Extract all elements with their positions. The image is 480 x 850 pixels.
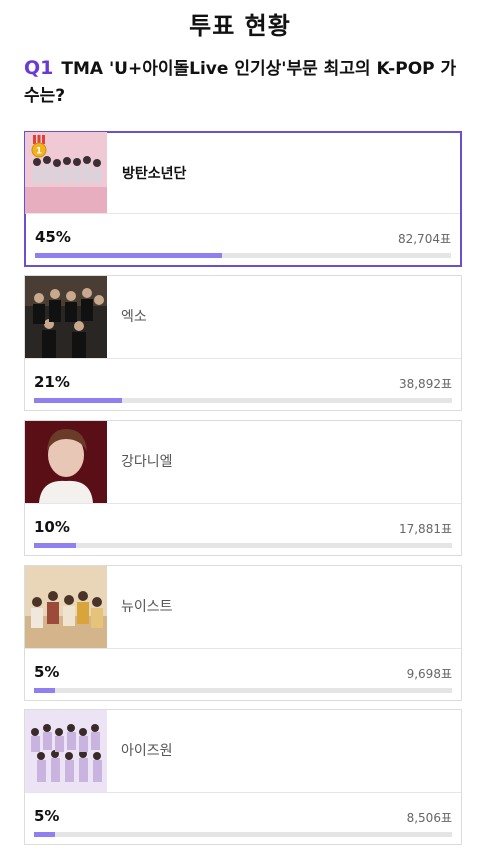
divider [25, 648, 461, 649]
group-photo-image [25, 566, 107, 648]
vote-option-3[interactable]: 강다니엘 10% 17,881표 [24, 420, 462, 556]
candidate-name: 방탄소년단 [122, 166, 187, 182]
group-photo-image [25, 710, 107, 792]
vote-option-2[interactable]: 엑소 21% 38,892표 [24, 275, 462, 411]
progress-track [34, 398, 452, 403]
medal-rank-label: 1 [36, 147, 42, 157]
question-number: Q1 [24, 57, 54, 79]
vote-percentage: 5% [34, 807, 60, 825]
progress-track [34, 543, 452, 548]
progress-fill [34, 543, 76, 548]
progress-fill [34, 832, 55, 837]
candidate-photo [25, 710, 107, 792]
divider [25, 792, 461, 793]
vote-count: 8,506표 [406, 811, 452, 825]
vote-percentage: 45% [35, 228, 71, 246]
divider [26, 213, 460, 214]
vote-option-1[interactable]: 1 방탄소년단 45% 82,704표 [24, 131, 462, 267]
progress-fill [34, 688, 55, 693]
vote-option-4[interactable]: 뉴이스트 5% 9,698표 [24, 565, 462, 701]
question-label: TMA 'U+아이돌Live 인기상'부문 최고의 K-POP 가수는? [24, 59, 457, 106]
question-text: Q1 TMA 'U+아이돌Live 인기상'부문 최고의 K-POP 가수는? [24, 55, 464, 110]
candidate-photo [25, 421, 107, 503]
vote-percentage: 10% [34, 518, 70, 536]
portrait-photo-image [25, 421, 107, 503]
vote-percentage: 5% [34, 663, 60, 681]
vote-percentage: 21% [34, 373, 70, 391]
progress-track [35, 253, 451, 258]
vote-count: 38,892표 [398, 377, 452, 391]
progress-track [34, 688, 452, 693]
vote-count: 82,704표 [397, 232, 451, 246]
candidate-name: 뉴이스트 [121, 599, 173, 615]
candidate-photo [25, 276, 107, 358]
candidate-name: 아이즈원 [121, 743, 173, 759]
candidate-photo [25, 566, 107, 648]
progress-track [34, 832, 452, 837]
gold-medal-icon: 1 [31, 135, 47, 158]
candidate-name: 강다니엘 [121, 454, 173, 470]
vote-option-5[interactable]: 아이즈원 5% 8,506표 [24, 709, 462, 845]
candidate-name: 엑소 [121, 309, 147, 325]
vote-count: 9,698표 [406, 667, 452, 681]
progress-fill [35, 253, 223, 258]
group-photo-image [25, 276, 107, 358]
page-title: 투표 현황 [189, 12, 291, 40]
divider [25, 503, 461, 504]
progress-fill [34, 398, 122, 403]
divider [25, 358, 461, 359]
vote-count: 17,881표 [398, 522, 452, 536]
